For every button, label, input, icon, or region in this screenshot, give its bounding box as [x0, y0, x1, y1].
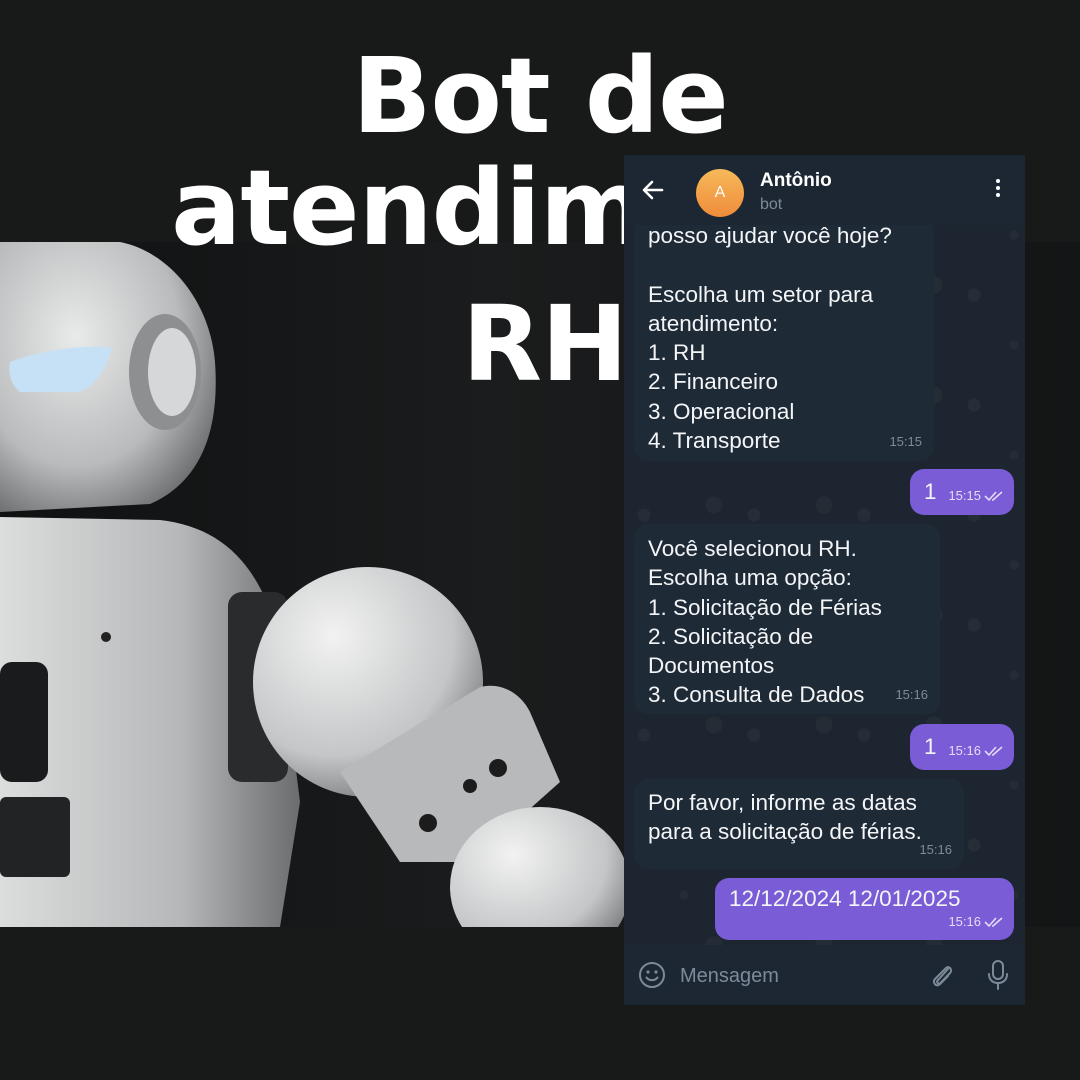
- mic-icon[interactable]: [986, 959, 1010, 991]
- message-time: 15:15: [948, 487, 981, 503]
- chat-screenshot: posso ajudar você hoje? Escolha um setor…: [624, 155, 1025, 1005]
- double-check-icon: [984, 746, 1003, 757]
- message-time: 15:16: [895, 686, 928, 702]
- message-incoming: posso ajudar você hoje? Escolha um setor…: [634, 201, 934, 461]
- double-check-icon: [984, 917, 1003, 928]
- message-outgoing: 1 15:15: [910, 469, 1014, 515]
- message-incoming: Por favor, informe as datas para a solic…: [634, 779, 964, 869]
- message-time: 15:16: [948, 913, 981, 929]
- message-time: 15:15: [889, 433, 922, 449]
- message-time: 15:16: [919, 841, 952, 857]
- chat-header: A Antônio bot: [624, 155, 1025, 225]
- message-text: Por favor, informe as datas para a solic…: [648, 790, 922, 845]
- message-text: posso ajudar você hoje? Escolha um setor…: [648, 223, 892, 454]
- contact-name[interactable]: Antônio: [760, 170, 832, 192]
- message-list[interactable]: posso ajudar você hoje? Escolha um setor…: [624, 155, 1025, 945]
- avatar[interactable]: A: [696, 169, 744, 217]
- double-check-icon: [984, 491, 1003, 502]
- message-outgoing: 1 15:16: [910, 724, 1014, 770]
- emoji-icon[interactable]: [638, 961, 666, 989]
- message-outgoing: 12/12/2024 12/01/2025 15:16: [715, 878, 1014, 940]
- contact-status: bot: [760, 196, 783, 213]
- back-arrow-icon[interactable]: [640, 177, 666, 203]
- message-time: 15:16: [948, 742, 981, 758]
- message-composer: [624, 945, 1025, 1005]
- message-incoming: Você selecionou RH. Escolha uma opção: 1…: [634, 524, 940, 714]
- attach-icon[interactable]: [928, 960, 956, 990]
- more-vert-icon[interactable]: [988, 179, 1008, 205]
- message-text: Você selecionou RH. Escolha uma opção: 1…: [648, 536, 882, 708]
- message-input[interactable]: [678, 955, 922, 997]
